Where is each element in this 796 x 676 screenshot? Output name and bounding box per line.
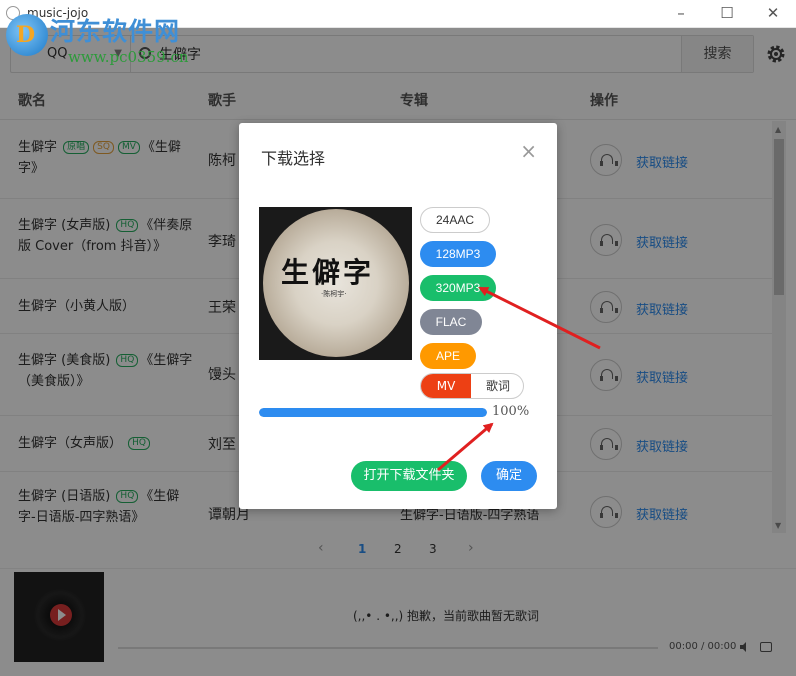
watermark: D 河东软件网 www.pc0359.cn	[6, 10, 216, 68]
mv-lyric-group: MV 歌词	[420, 373, 524, 399]
format-flac-button[interactable]: FLAC	[420, 309, 482, 335]
confirm-button[interactable]: 确定	[481, 461, 537, 491]
album-cover-title: 生僻字	[281, 256, 375, 289]
maximize-button[interactable]: ☐	[704, 2, 750, 26]
album-cover-artist: ·陈柯宇·	[321, 290, 347, 298]
lyric-button[interactable]: 歌词	[471, 374, 523, 398]
watermark-url: www.pc0359.cn	[68, 48, 189, 66]
minimize-button[interactable]: –	[658, 2, 704, 26]
mv-button[interactable]: MV	[421, 374, 471, 398]
close-button[interactable]: ✕	[750, 2, 796, 26]
format-128mp3-button[interactable]: 128MP3	[420, 241, 496, 267]
format-24aac-button[interactable]: 24AAC	[420, 207, 490, 233]
download-progress-text: 100%	[492, 404, 530, 419]
watermark-logo: D	[6, 14, 48, 56]
close-icon[interactable]: ×	[520, 139, 537, 163]
watermark-text: 河东软件网	[50, 17, 181, 46]
open-folder-button[interactable]: 打开下载文件夹	[351, 461, 467, 491]
download-dialog: 下载选择 × 生僻字 ·陈柯宇· 24AAC 128MP3 320MP3 FLA…	[239, 123, 557, 509]
dialog-title: 下载选择	[261, 149, 326, 168]
format-ape-button[interactable]: APE	[420, 343, 476, 369]
format-320mp3-button[interactable]: 320MP3	[420, 275, 496, 301]
download-progress-bar	[259, 408, 487, 417]
album-cover: 生僻字 ·陈柯宇·	[259, 207, 412, 360]
download-progress-fill	[259, 408, 487, 417]
